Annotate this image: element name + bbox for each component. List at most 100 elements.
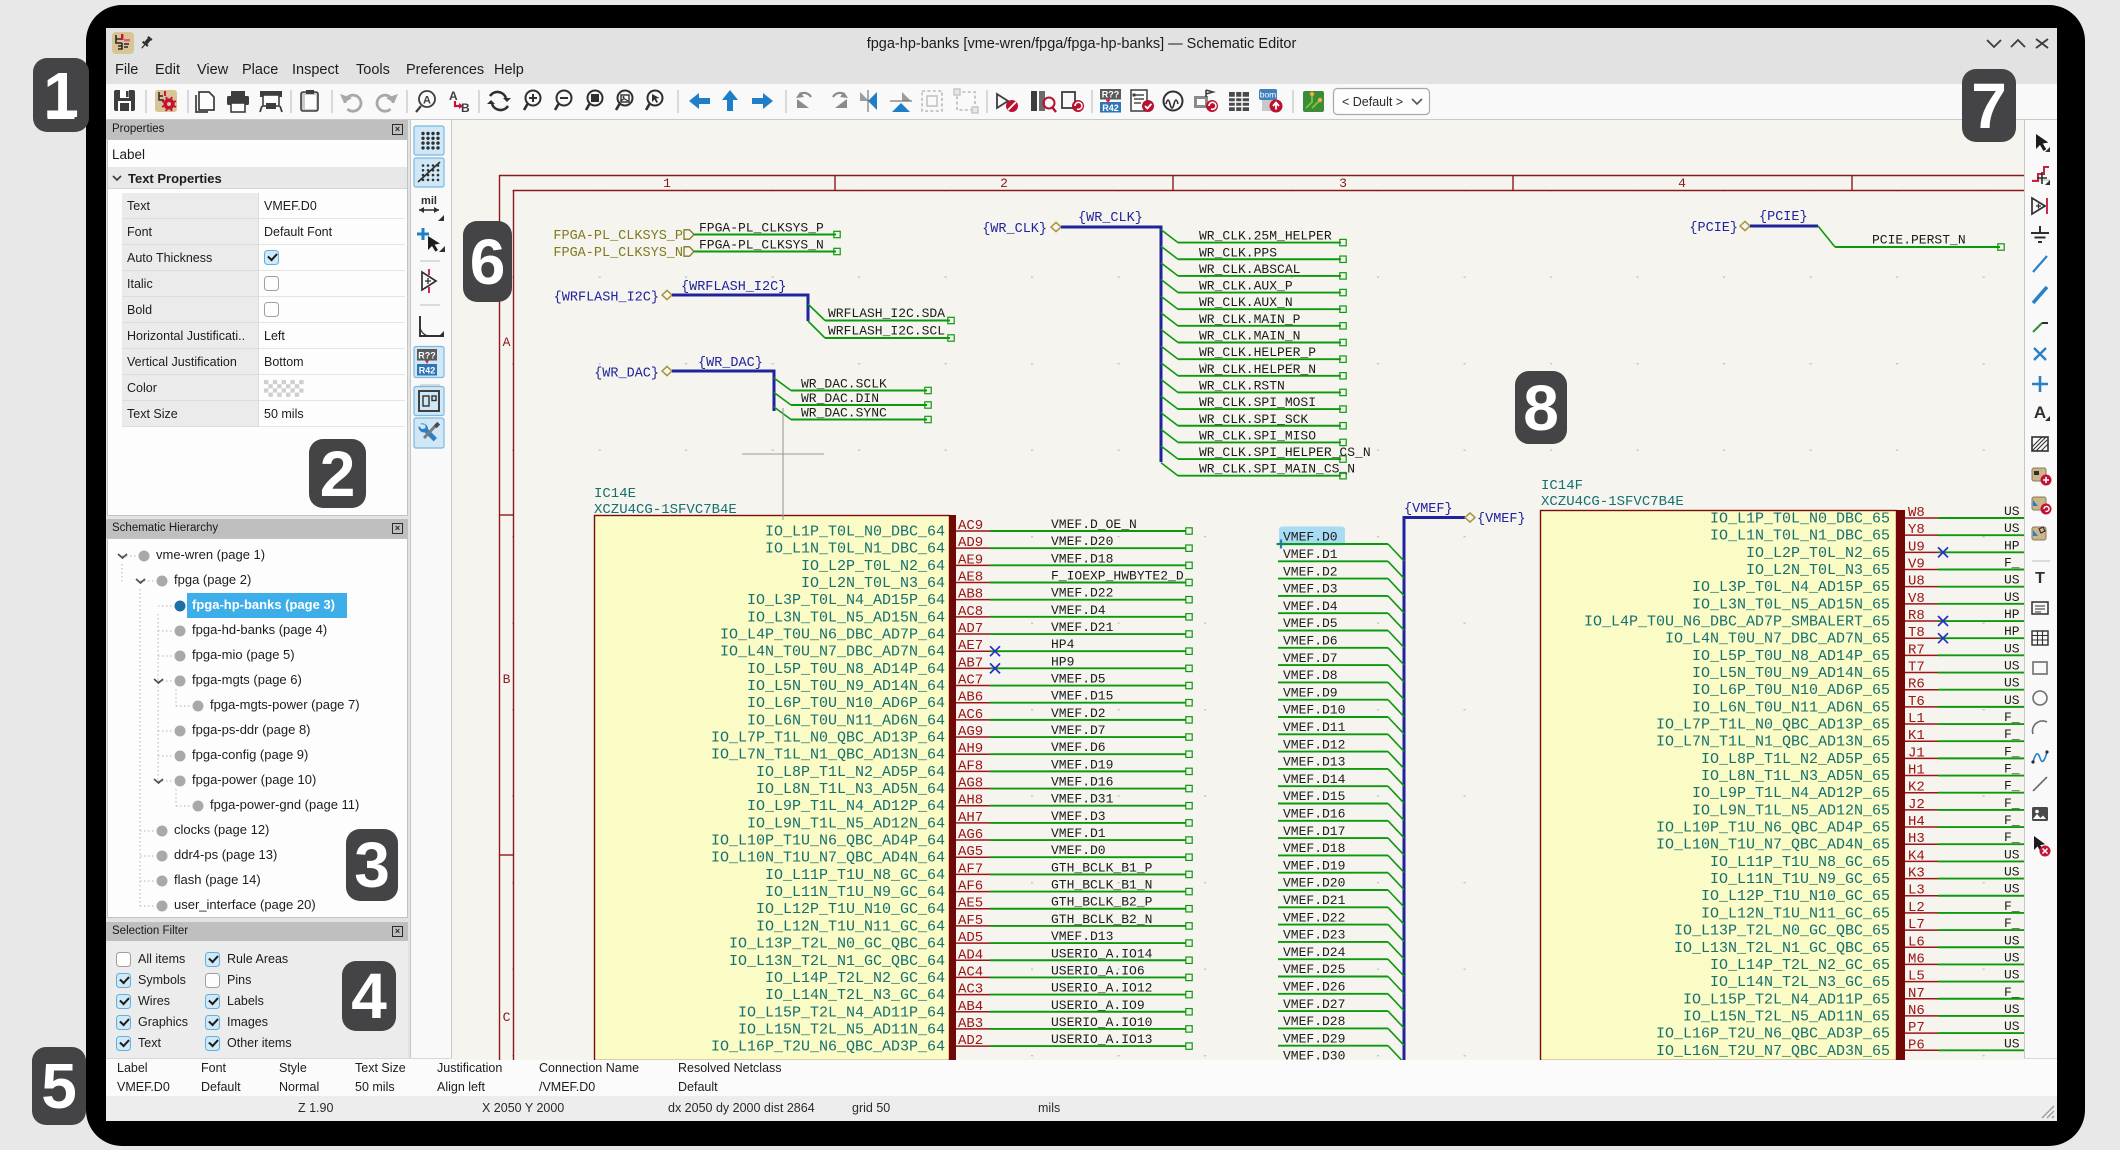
svg-text:IO_L5N_T0U_N9_AD14N_64: IO_L5N_T0U_N9_AD14N_64	[747, 678, 945, 695]
svg-text:IO_L2N_T0L_N3_64: IO_L2N_T0L_N3_64	[801, 575, 945, 592]
svg-text:C: C	[503, 1010, 511, 1025]
svg-text:IO_L13N_T2L_N1_GC_QBC_65: IO_L13N_T2L_N1_GC_QBC_65	[1674, 940, 1890, 957]
svg-text:VMEF.D0: VMEF.D0	[1283, 530, 1338, 545]
svg-text:bom: bom	[1260, 90, 1277, 100]
svg-text:IO_L9P_T1L_N4_AD12P_65: IO_L9P_T1L_N4_AD12P_65	[1692, 785, 1890, 802]
svg-text:F_: F_	[2004, 727, 2020, 742]
svg-text:VMEF.D0: VMEF.D0	[1051, 843, 1106, 858]
svg-text:F_: F_	[2004, 985, 2020, 1000]
svg-text:M6: M6	[1908, 951, 1925, 967]
svg-text:PCIE.PERST_N: PCIE.PERST_N	[1872, 233, 1966, 248]
svg-text:VMEF.D12: VMEF.D12	[1283, 737, 1345, 752]
svg-text:F_: F_	[2004, 744, 2020, 759]
svg-text:P6: P6	[1908, 1037, 1925, 1053]
svg-text:F_IOEXP_HWBYTE2_D: F_IOEXP_HWBYTE2_D	[1051, 569, 1184, 584]
svg-text:VMEF.D22: VMEF.D22	[1283, 910, 1345, 925]
svg-text:J1: J1	[1908, 745, 1925, 761]
svg-text:HP: HP	[2004, 624, 2020, 639]
svg-text:US: US	[2004, 676, 2020, 691]
svg-text:IO_L11P_T1U_N8_GC_64: IO_L11P_T1U_N8_GC_64	[765, 867, 945, 884]
svg-text:VMEF.D4: VMEF.D4	[1051, 603, 1106, 618]
svg-text:US: US	[2004, 573, 2020, 588]
svg-text:AG5: AG5	[958, 844, 983, 860]
svg-text:IO_L10P_T1U_N6_QBC_AD4P_64: IO_L10P_T1U_N6_QBC_AD4P_64	[711, 833, 945, 850]
svg-text:IO_L3N_T0L_N5_AD15N_65: IO_L3N_T0L_N5_AD15N_65	[1692, 596, 1890, 613]
svg-text:HP4: HP4	[1051, 637, 1075, 652]
svg-text:VMEF.D30: VMEF.D30	[1283, 1049, 1345, 1060]
svg-text:AB3: AB3	[958, 1016, 983, 1032]
svg-text:VMEF.D9: VMEF.D9	[1283, 685, 1338, 700]
svg-text:GTH_BCLK_B2_P: GTH_BCLK_B2_P	[1051, 895, 1153, 910]
svg-text:F_: F_	[2004, 710, 2020, 725]
svg-text:VMEF.D14: VMEF.D14	[1283, 772, 1346, 787]
svg-text:US: US	[2004, 968, 2020, 983]
svg-text:F_: F_	[2004, 556, 2020, 571]
svg-text:VMEF.D10: VMEF.D10	[1283, 703, 1345, 718]
svg-text:VMEF.D22: VMEF.D22	[1051, 586, 1113, 601]
svg-text:WR_CLK.SPI_HELPER_CS_N: WR_CLK.SPI_HELPER_CS_N	[1199, 445, 1371, 460]
svg-text:P7: P7	[1908, 1020, 1925, 1036]
svg-text:{WR_DAC}: {WR_DAC}	[698, 356, 763, 371]
svg-text:R6: R6	[1908, 677, 1925, 693]
svg-text:USERIO_A.IO9: USERIO_A.IO9	[1051, 998, 1145, 1013]
svg-text:VMEF.D23: VMEF.D23	[1283, 928, 1345, 943]
svg-text:F_: F_	[2004, 813, 2020, 828]
svg-text:IO_L11N_T1U_N9_GC_65: IO_L11N_T1U_N9_GC_65	[1710, 871, 1890, 888]
svg-text:2: 2	[1000, 176, 1008, 191]
svg-text:B: B	[461, 101, 470, 115]
svg-text:USERIO_A.IO12: USERIO_A.IO12	[1051, 981, 1152, 996]
svg-text:IO_L10P_T1U_N6_QBC_AD4P_65: IO_L10P_T1U_N6_QBC_AD4P_65	[1656, 820, 1890, 837]
svg-text:FPGA-PL_CLKSYS_N: FPGA-PL_CLKSYS_N	[699, 238, 824, 253]
svg-text:AH7: AH7	[958, 810, 983, 826]
svg-text:IO_L8P_T1L_N2_AD5P_64: IO_L8P_T1L_N2_AD5P_64	[756, 764, 945, 781]
svg-text:AD5: AD5	[958, 930, 983, 946]
svg-text:IC14E: IC14E	[594, 486, 636, 502]
svg-text:K1: K1	[1908, 728, 1925, 744]
svg-text:VMEF.D5: VMEF.D5	[1051, 672, 1106, 687]
svg-text:IO_L4P_T0U_N6_DBC_AD7P_SMBALER: IO_L4P_T0U_N6_DBC_AD7P_SMBALERT_65	[1584, 614, 1890, 631]
svg-text:K4: K4	[1908, 848, 1925, 864]
svg-text:VMEF.D6: VMEF.D6	[1051, 740, 1106, 755]
svg-text:WR_CLK.AUX_N: WR_CLK.AUX_N	[1199, 295, 1293, 310]
svg-text:AB6: AB6	[958, 690, 983, 706]
svg-text:mil: mil	[421, 195, 437, 207]
svg-text:AF7: AF7	[958, 861, 983, 877]
svg-text:4: 4	[1678, 176, 1686, 191]
svg-text:F_: F_	[2004, 779, 2020, 794]
svg-text:IO_L3N_T0L_N5_AD15N_64: IO_L3N_T0L_N5_AD15N_64	[747, 609, 945, 626]
svg-text:R??: R??	[418, 351, 436, 361]
svg-text:USERIO_A.IO10: USERIO_A.IO10	[1051, 1015, 1152, 1030]
svg-text:{WR_CLK}: {WR_CLK}	[982, 222, 1047, 237]
svg-text:IO_L11N_T1U_N9_GC_64: IO_L11N_T1U_N9_GC_64	[765, 884, 945, 901]
svg-text:L3: L3	[1908, 883, 1925, 899]
svg-text:IO_L14P_T2L_N2_GC_65: IO_L14P_T2L_N2_GC_65	[1710, 957, 1890, 974]
svg-text:T7: T7	[1908, 660, 1925, 676]
svg-text:VMEF.D13: VMEF.D13	[1051, 929, 1113, 944]
svg-text:VMEF.D18: VMEF.D18	[1283, 841, 1345, 856]
svg-text:GTH_BCLK_B2_N: GTH_BCLK_B2_N	[1051, 912, 1152, 927]
svg-text:HP: HP	[2004, 538, 2020, 553]
svg-text:H3: H3	[1908, 831, 1925, 847]
svg-text:AC6: AC6	[958, 707, 983, 723]
svg-text:VMEF.D1: VMEF.D1	[1283, 547, 1338, 562]
svg-text:AC3: AC3	[958, 982, 983, 998]
svg-text:VMEF.D13: VMEF.D13	[1283, 755, 1345, 770]
svg-text:VMEF.D26: VMEF.D26	[1283, 980, 1345, 995]
svg-text:H1: H1	[1908, 763, 1925, 779]
svg-text:US: US	[2004, 950, 2020, 965]
svg-text:W8: W8	[1908, 505, 1925, 521]
svg-text:L7: L7	[1908, 917, 1925, 933]
svg-text:L5: L5	[1908, 969, 1925, 985]
svg-text:IO_L13P_T2L_N0_GC_QBC_65: IO_L13P_T2L_N0_GC_QBC_65	[1674, 923, 1890, 940]
svg-text:US: US	[2004, 882, 2020, 897]
svg-text:L6: L6	[1908, 934, 1925, 950]
svg-text:IO_L9P_T1L_N4_AD12P_64: IO_L9P_T1L_N4_AD12P_64	[747, 798, 945, 815]
svg-text:IO_L6P_T0U_N10_AD6P_64: IO_L6P_T0U_N10_AD6P_64	[747, 695, 945, 712]
svg-text:J2: J2	[1908, 797, 1925, 813]
svg-text:IO_L1N_T0L_N1_DBC_64: IO_L1N_T0L_N1_DBC_64	[765, 541, 945, 558]
svg-text:USERIO_A.IO6: USERIO_A.IO6	[1051, 963, 1145, 978]
svg-text:{WR_CLK}: {WR_CLK}	[1078, 211, 1143, 226]
svg-text:VMEF.D20: VMEF.D20	[1051, 534, 1113, 549]
svg-text:WRFLASH_I2C.SDA: WRFLASH_I2C.SDA	[828, 306, 945, 321]
svg-text:IO_L12P_T1U_N10_GC_64: IO_L12P_T1U_N10_GC_64	[756, 901, 945, 918]
